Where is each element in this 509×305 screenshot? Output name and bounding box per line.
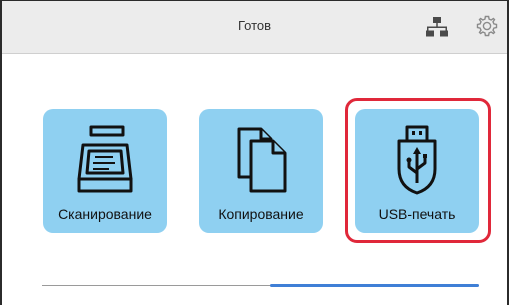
usb-print-label: USB-печать bbox=[378, 206, 456, 222]
copy-documents-icon bbox=[237, 127, 287, 193]
gear-icon[interactable] bbox=[475, 14, 499, 38]
scan-tile[interactable]: Сканирование bbox=[43, 109, 167, 233]
status-bar: Готов bbox=[2, 1, 507, 54]
page-indicator[interactable] bbox=[270, 284, 479, 287]
network-icon[interactable] bbox=[426, 16, 448, 38]
copy-tile[interactable]: Копирование bbox=[199, 109, 323, 233]
printer-home-screen: Готов Сканирование Копирование USB-печат… bbox=[0, 0, 509, 305]
usb-print-tile[interactable]: USB-печать bbox=[355, 109, 479, 233]
scanner-icon bbox=[77, 125, 133, 193]
scan-label: Сканирование bbox=[58, 206, 152, 222]
copy-label: Копирование bbox=[218, 206, 304, 222]
usb-icon bbox=[397, 125, 437, 195]
